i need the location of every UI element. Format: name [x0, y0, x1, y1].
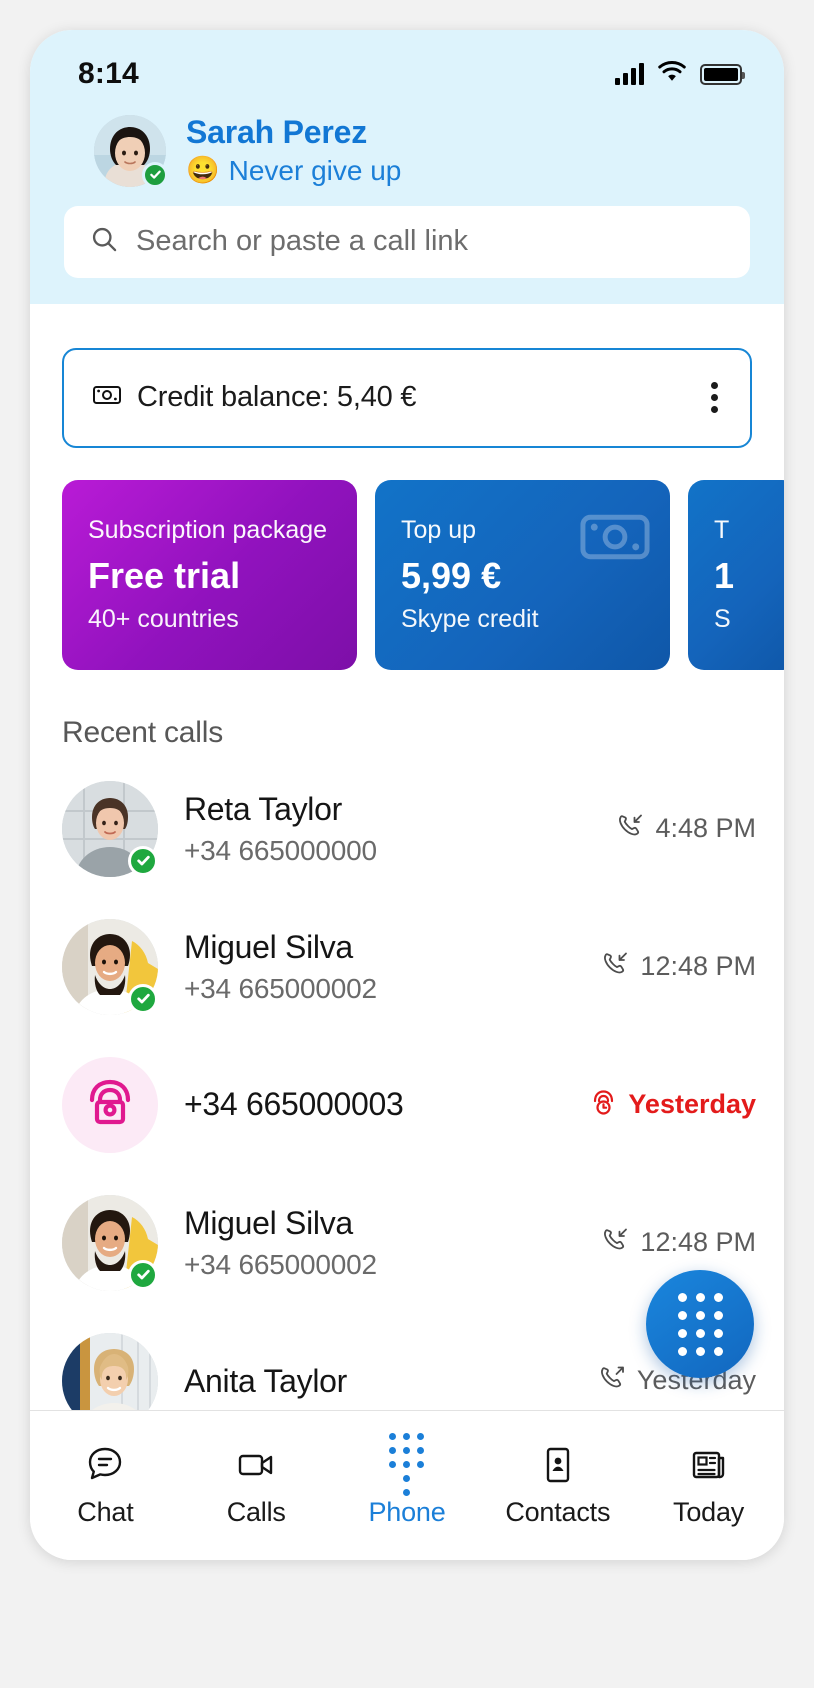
promo-headline: Free trial	[88, 555, 241, 597]
credit-left: Credit balance: 5,40 €	[92, 380, 417, 415]
avatar-placeholder	[62, 1056, 158, 1153]
status-time: 8:14	[78, 57, 139, 90]
table-row[interactable]: +34 665000003 Yesterday	[62, 1036, 784, 1174]
mood-text: Never give up	[228, 154, 402, 186]
call-time: Yesterday	[628, 1089, 756, 1120]
credit-balance-card[interactable]: Credit balance: 5,40 €	[62, 347, 752, 448]
promo-top-label: Subscription package	[88, 515, 328, 544]
incoming-call-icon	[601, 1226, 629, 1259]
search-icon	[90, 225, 118, 258]
tab-chat[interactable]: Chat	[30, 1444, 181, 1528]
tab-contacts[interactable]: Contacts	[482, 1444, 633, 1528]
call-info: Miguel Silva +34 665000002	[184, 1203, 575, 1282]
presence-online-badge	[128, 983, 158, 1014]
more-vertical-icon[interactable]	[705, 376, 724, 419]
call-info: Reta Taylor +34 665000000	[184, 789, 590, 868]
credit-balance-label: Credit balance: 5,40 €	[137, 381, 417, 414]
promo-top-label: T	[714, 515, 730, 544]
telephone-icon	[82, 1074, 138, 1135]
tab-label: Contacts	[505, 1496, 611, 1527]
avatar[interactable]	[94, 114, 168, 188]
wifi-icon	[657, 60, 687, 88]
tab-label: Today	[673, 1496, 745, 1527]
call-meta: 12:48 PM	[601, 950, 756, 983]
dialpad-fab-button[interactable]	[646, 1270, 754, 1378]
call-info: Miguel Silva +34 665000002	[184, 927, 575, 1006]
bottom-navigation: Chat Calls Phone Contacts Today	[30, 1410, 784, 1560]
profile-text: Sarah Perez 😀 Never give up	[186, 114, 401, 188]
promo-carousel[interactable]: Subscription package Free trial 40+ coun…	[30, 448, 784, 670]
signal-bars-icon	[615, 63, 644, 85]
dialpad-icon	[389, 1433, 425, 1496]
avatar[interactable]	[62, 780, 158, 877]
contact-number: +34 665000002	[184, 973, 377, 1005]
tab-label: Chat	[77, 1496, 134, 1527]
search-placeholder: Search or paste a call link	[136, 225, 469, 258]
contact-card-icon	[537, 1444, 579, 1486]
profile-row[interactable]: Sarah Perez 😀 Never give up	[62, 108, 752, 206]
tab-today[interactable]: Today	[633, 1444, 784, 1528]
promo-card-partial[interactable]: T 1 S	[688, 479, 784, 670]
presence-online-badge	[142, 161, 168, 188]
promo-sub-label: S	[714, 605, 731, 634]
profile-mood[interactable]: 😀 Never give up	[186, 153, 401, 188]
incoming-call-icon	[601, 950, 629, 983]
call-info: Anita Taylor	[184, 1361, 572, 1401]
promo-headline: 1	[714, 555, 735, 597]
chat-bubble-icon	[84, 1444, 126, 1486]
tab-label: Calls	[226, 1496, 286, 1527]
promo-sub-label: Skype credit	[401, 605, 539, 634]
avatar[interactable]	[62, 918, 158, 1015]
status-icons	[615, 60, 745, 88]
contact-number: +34 665000000	[184, 835, 377, 867]
promo-card-topup[interactable]: Top up 5,99 € Skype credit	[375, 479, 670, 670]
contact-name: Reta Taylor	[184, 791, 342, 828]
table-row[interactable]: Reta Taylor +34 665000000 4:48 PM	[62, 760, 784, 898]
call-meta: Yesterday	[589, 1088, 756, 1121]
avatar[interactable]	[62, 1194, 158, 1291]
table-row[interactable]: Miguel Silva +34 665000002 12:48 PM	[62, 898, 784, 1036]
app-header: Sarah Perez 😀 Never give up Search or pa…	[30, 108, 784, 304]
tab-calls[interactable]: Calls	[181, 1444, 332, 1528]
promo-top-label: Top up	[401, 515, 477, 544]
presence-online-badge	[128, 845, 158, 876]
call-time: 12:48 PM	[640, 951, 756, 982]
avatar[interactable]	[62, 1056, 158, 1153]
mood-emoji: 😀	[186, 154, 220, 185]
banknote-icon	[92, 380, 122, 415]
call-meta: 12:48 PM	[601, 1226, 756, 1259]
tab-phone[interactable]: Phone	[332, 1433, 483, 1528]
status-bar: 8:14	[30, 30, 784, 108]
promo-sub-label: 40+ countries	[88, 605, 239, 634]
contact-number: +34 665000003	[184, 1086, 404, 1123]
contact-name: Anita Taylor	[184, 1362, 348, 1399]
call-time: 4:48 PM	[655, 813, 756, 844]
recent-calls-title: Recent calls	[62, 715, 224, 749]
dialpad-icon	[677, 1292, 723, 1356]
promo-card-subscription[interactable]: Subscription package Free trial 40+ coun…	[62, 479, 357, 670]
outgoing-call-icon	[598, 1364, 626, 1397]
call-meta: 4:48 PM	[616, 812, 756, 845]
battery-full-icon	[700, 63, 745, 85]
phone-frame: 8:14 Sarah Perez 😀 Never give up Search …	[30, 30, 784, 1560]
presence-online-badge	[128, 1259, 158, 1290]
contact-name: Miguel Silva	[184, 929, 353, 966]
search-input[interactable]: Search or paste a call link	[64, 205, 750, 278]
video-camera-icon	[235, 1444, 277, 1486]
contact-number: +34 665000002	[184, 1249, 377, 1281]
contact-name: Miguel Silva	[184, 1205, 353, 1242]
profile-name: Sarah Perez	[186, 114, 368, 150]
call-info: +34 665000003	[184, 1086, 563, 1123]
incoming-call-icon	[616, 812, 644, 845]
missed-call-icon	[589, 1088, 617, 1121]
call-time: 12:48 PM	[640, 1227, 756, 1258]
news-icon	[688, 1444, 730, 1486]
tab-label: Phone	[368, 1496, 446, 1527]
